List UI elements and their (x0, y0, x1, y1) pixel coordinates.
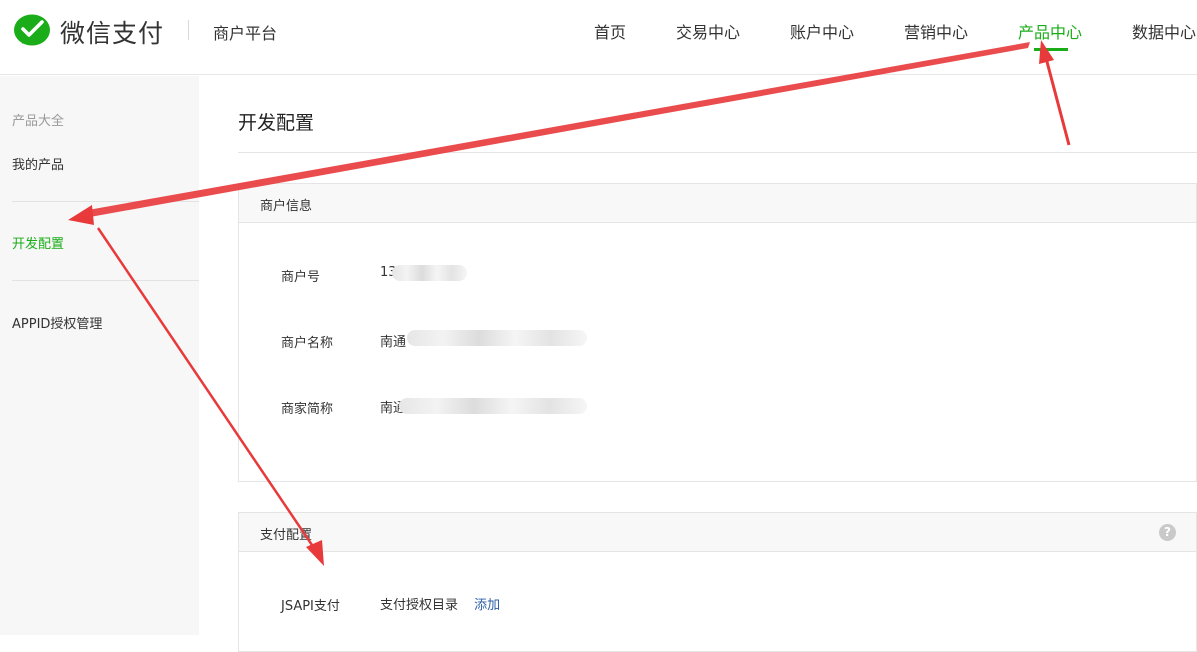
payment-config-title: 支付配置 (260, 528, 313, 543)
sidebar-divider (12, 201, 199, 202)
payment-config-panel: 支付配置 ? JSAPI支付 支付授权目录 添加 (238, 512, 1197, 652)
nav-home[interactable]: 首页 (594, 19, 626, 43)
nav-data-center[interactable]: 数据中心 (1132, 19, 1196, 43)
redaction-blur (392, 265, 467, 281)
sidebar: 产品大全 我的产品 开发配置 APPID授权管理 (0, 76, 199, 635)
merchant-name-value: 南通 (380, 335, 407, 350)
brand-name: 微信支付 (60, 19, 165, 48)
jsapi-pay-label: JSAPI支付 (281, 599, 340, 614)
merchant-short-name-label: 商家简称 (281, 402, 334, 417)
nav-trade-center[interactable]: 交易中心 (676, 19, 740, 43)
nav-active-indicator (1034, 48, 1068, 51)
payment-config-header: 支付配置 ? (239, 513, 1196, 552)
pay-auth-dir-text: 支付授权目录 (380, 598, 459, 613)
top-header: 微信支付 商户平台 首页 交易中心 账户中心 营销中心 产品中心 数据中心 (0, 0, 1197, 75)
add-auth-dir-link[interactable]: 添加 (474, 598, 500, 613)
merchant-id-label: 商户号 (281, 270, 321, 285)
nav-marketing-center[interactable]: 营销中心 (904, 19, 968, 43)
merchant-info-panel: 商户信息 商户号 13 商户名称 南通 商家简称 南通 (238, 183, 1197, 482)
help-icon[interactable]: ? (1159, 524, 1176, 541)
platform-name: 商户平台 (213, 24, 278, 43)
pay-auth-dir-label: 支付授权目录 添加 (380, 594, 500, 613)
sidebar-item-appid-auth[interactable]: APPID授权管理 (12, 313, 102, 332)
merchant-info-title: 商户信息 (260, 199, 313, 214)
sidebar-item-dev-config[interactable]: 开发配置 (12, 233, 64, 252)
page-title: 开发配置 (238, 112, 315, 134)
sidebar-item-my-products[interactable]: 我的产品 (12, 154, 64, 173)
redaction-blur (407, 330, 587, 346)
brand-divider (188, 20, 189, 40)
sidebar-divider (12, 280, 199, 281)
redaction-blur (399, 398, 587, 414)
merchant-name-label: 商户名称 (281, 336, 334, 351)
nav-product-center[interactable]: 产品中心 (1018, 19, 1082, 43)
nav-account-center[interactable]: 账户中心 (790, 19, 854, 43)
wechat-pay-logo-icon (14, 14, 50, 46)
merchant-info-header: 商户信息 (239, 184, 1196, 223)
sidebar-section-title: 产品大全 (12, 114, 65, 129)
title-divider (238, 152, 1197, 153)
